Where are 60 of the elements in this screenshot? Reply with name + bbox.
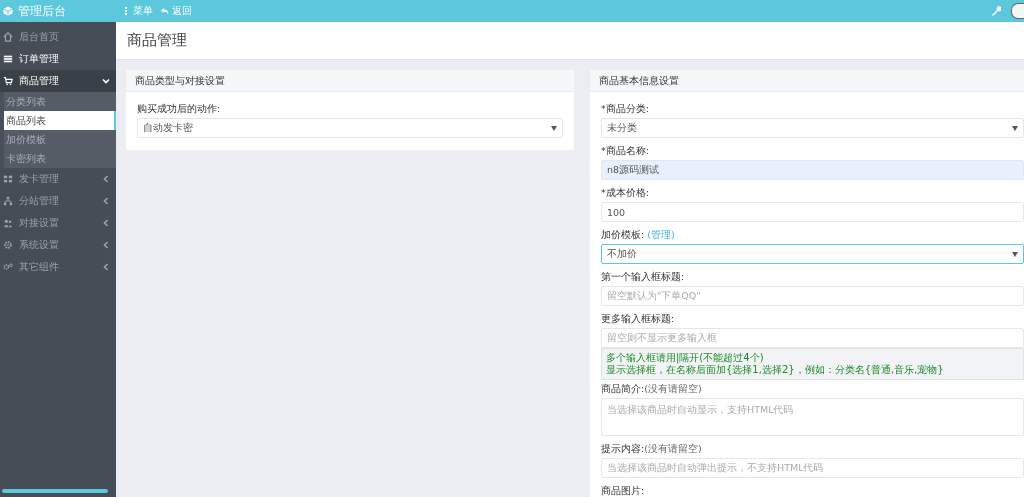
sidebar-item[interactable]: 订单管理 — [0, 48, 116, 70]
textarea-field[interactable]: 当选择该商品时自动显示，支持HTML代码 — [601, 398, 1024, 436]
input-field[interactable]: 留空则不显示更多输入框 — [601, 328, 1024, 348]
field-label: *成本价格: — [601, 187, 650, 199]
gears-icon — [3, 262, 13, 272]
list-icon — [3, 54, 13, 64]
sidebar-item[interactable]: 系统设置 — [0, 234, 116, 256]
panel-title: 商品类型与对接设置 — [126, 70, 574, 92]
sidebar-item[interactable]: 对接设置 — [0, 212, 116, 234]
brand-title: 管理后台 — [18, 2, 66, 20]
back-button[interactable]: 返回 — [161, 4, 192, 18]
page-title: 商品管理 — [116, 22, 1024, 60]
sidebar-subitem[interactable]: 商品列表 — [4, 111, 116, 130]
chevron-icon — [102, 263, 110, 271]
avatar[interactable] — [1011, 3, 1024, 19]
field-label: 商品图片: — [601, 485, 646, 497]
select-field[interactable]: 自动发卡密 — [137, 118, 563, 138]
field-label: 购买成功后的动作: — [137, 103, 222, 115]
chevron-icon — [102, 175, 110, 183]
menu-button[interactable]: 菜单 — [122, 4, 153, 18]
reply-icon — [161, 7, 169, 15]
caret-icon — [551, 125, 557, 131]
field-label: 第一个输入框标题: — [601, 271, 686, 283]
sitemap-icon — [3, 196, 13, 206]
menu-icon — [122, 7, 130, 15]
sidebar-subitem[interactable]: 加价模板 — [4, 130, 116, 149]
field-label: 提示内容:(没有请留空) — [601, 443, 703, 455]
cart-icon — [3, 76, 13, 86]
sidebar-item[interactable]: 商品管理 — [0, 70, 116, 92]
field-label: 商品简介:(没有请留空) — [601, 383, 703, 395]
chevron-icon — [102, 241, 110, 249]
sidebar-item[interactable]: 其它组件 — [0, 256, 116, 278]
chevron-icon — [102, 77, 110, 85]
sidebar-item[interactable]: 发卡管理 — [0, 168, 116, 190]
input-field[interactable]: 100 — [601, 202, 1024, 222]
panel-title: 商品基本信息设置 — [590, 70, 1024, 92]
home-icon — [3, 32, 13, 42]
input-field[interactable]: 留空默认为"下单QQ" — [601, 286, 1024, 306]
cube-icon — [3, 6, 13, 16]
gear-icon — [3, 240, 13, 250]
input-field[interactable]: n8源码测试 — [601, 160, 1024, 180]
manage-link[interactable]: (管理) — [647, 229, 675, 240]
sidebar-item[interactable]: 后台首页 — [0, 26, 116, 48]
grid-icon — [3, 174, 13, 184]
chevron-icon — [102, 219, 110, 227]
select-field[interactable]: 未分类 — [601, 118, 1024, 138]
field-label: 更多输入框标题: — [601, 313, 676, 325]
sidebar-item[interactable]: 分站管理 — [0, 190, 116, 212]
caret-icon — [1012, 125, 1018, 131]
chevron-icon — [102, 197, 110, 205]
input-field[interactable]: 当选择该商品时自动弹出提示，不支持HTML代码 — [601, 458, 1024, 478]
field-label: 加价模板: (管理) — [601, 229, 676, 241]
sidebar-subitem[interactable]: 卡密列表 — [4, 149, 116, 168]
users-icon — [3, 218, 13, 228]
field-label: *商品名称: — [601, 145, 650, 157]
caret-icon — [1012, 251, 1018, 257]
field-label: *商品分类: — [601, 103, 650, 115]
hint-text: 多个输入框请用|隔开(不能超过4个) 显示选择框，在名称后面加{选择1,选择2}，例如：分类名{普通,音乐,宠物} — [601, 348, 1024, 380]
select-field[interactable]: 不加价 — [601, 244, 1024, 264]
sidebar-subitem[interactable]: 分类列表 — [4, 92, 116, 111]
